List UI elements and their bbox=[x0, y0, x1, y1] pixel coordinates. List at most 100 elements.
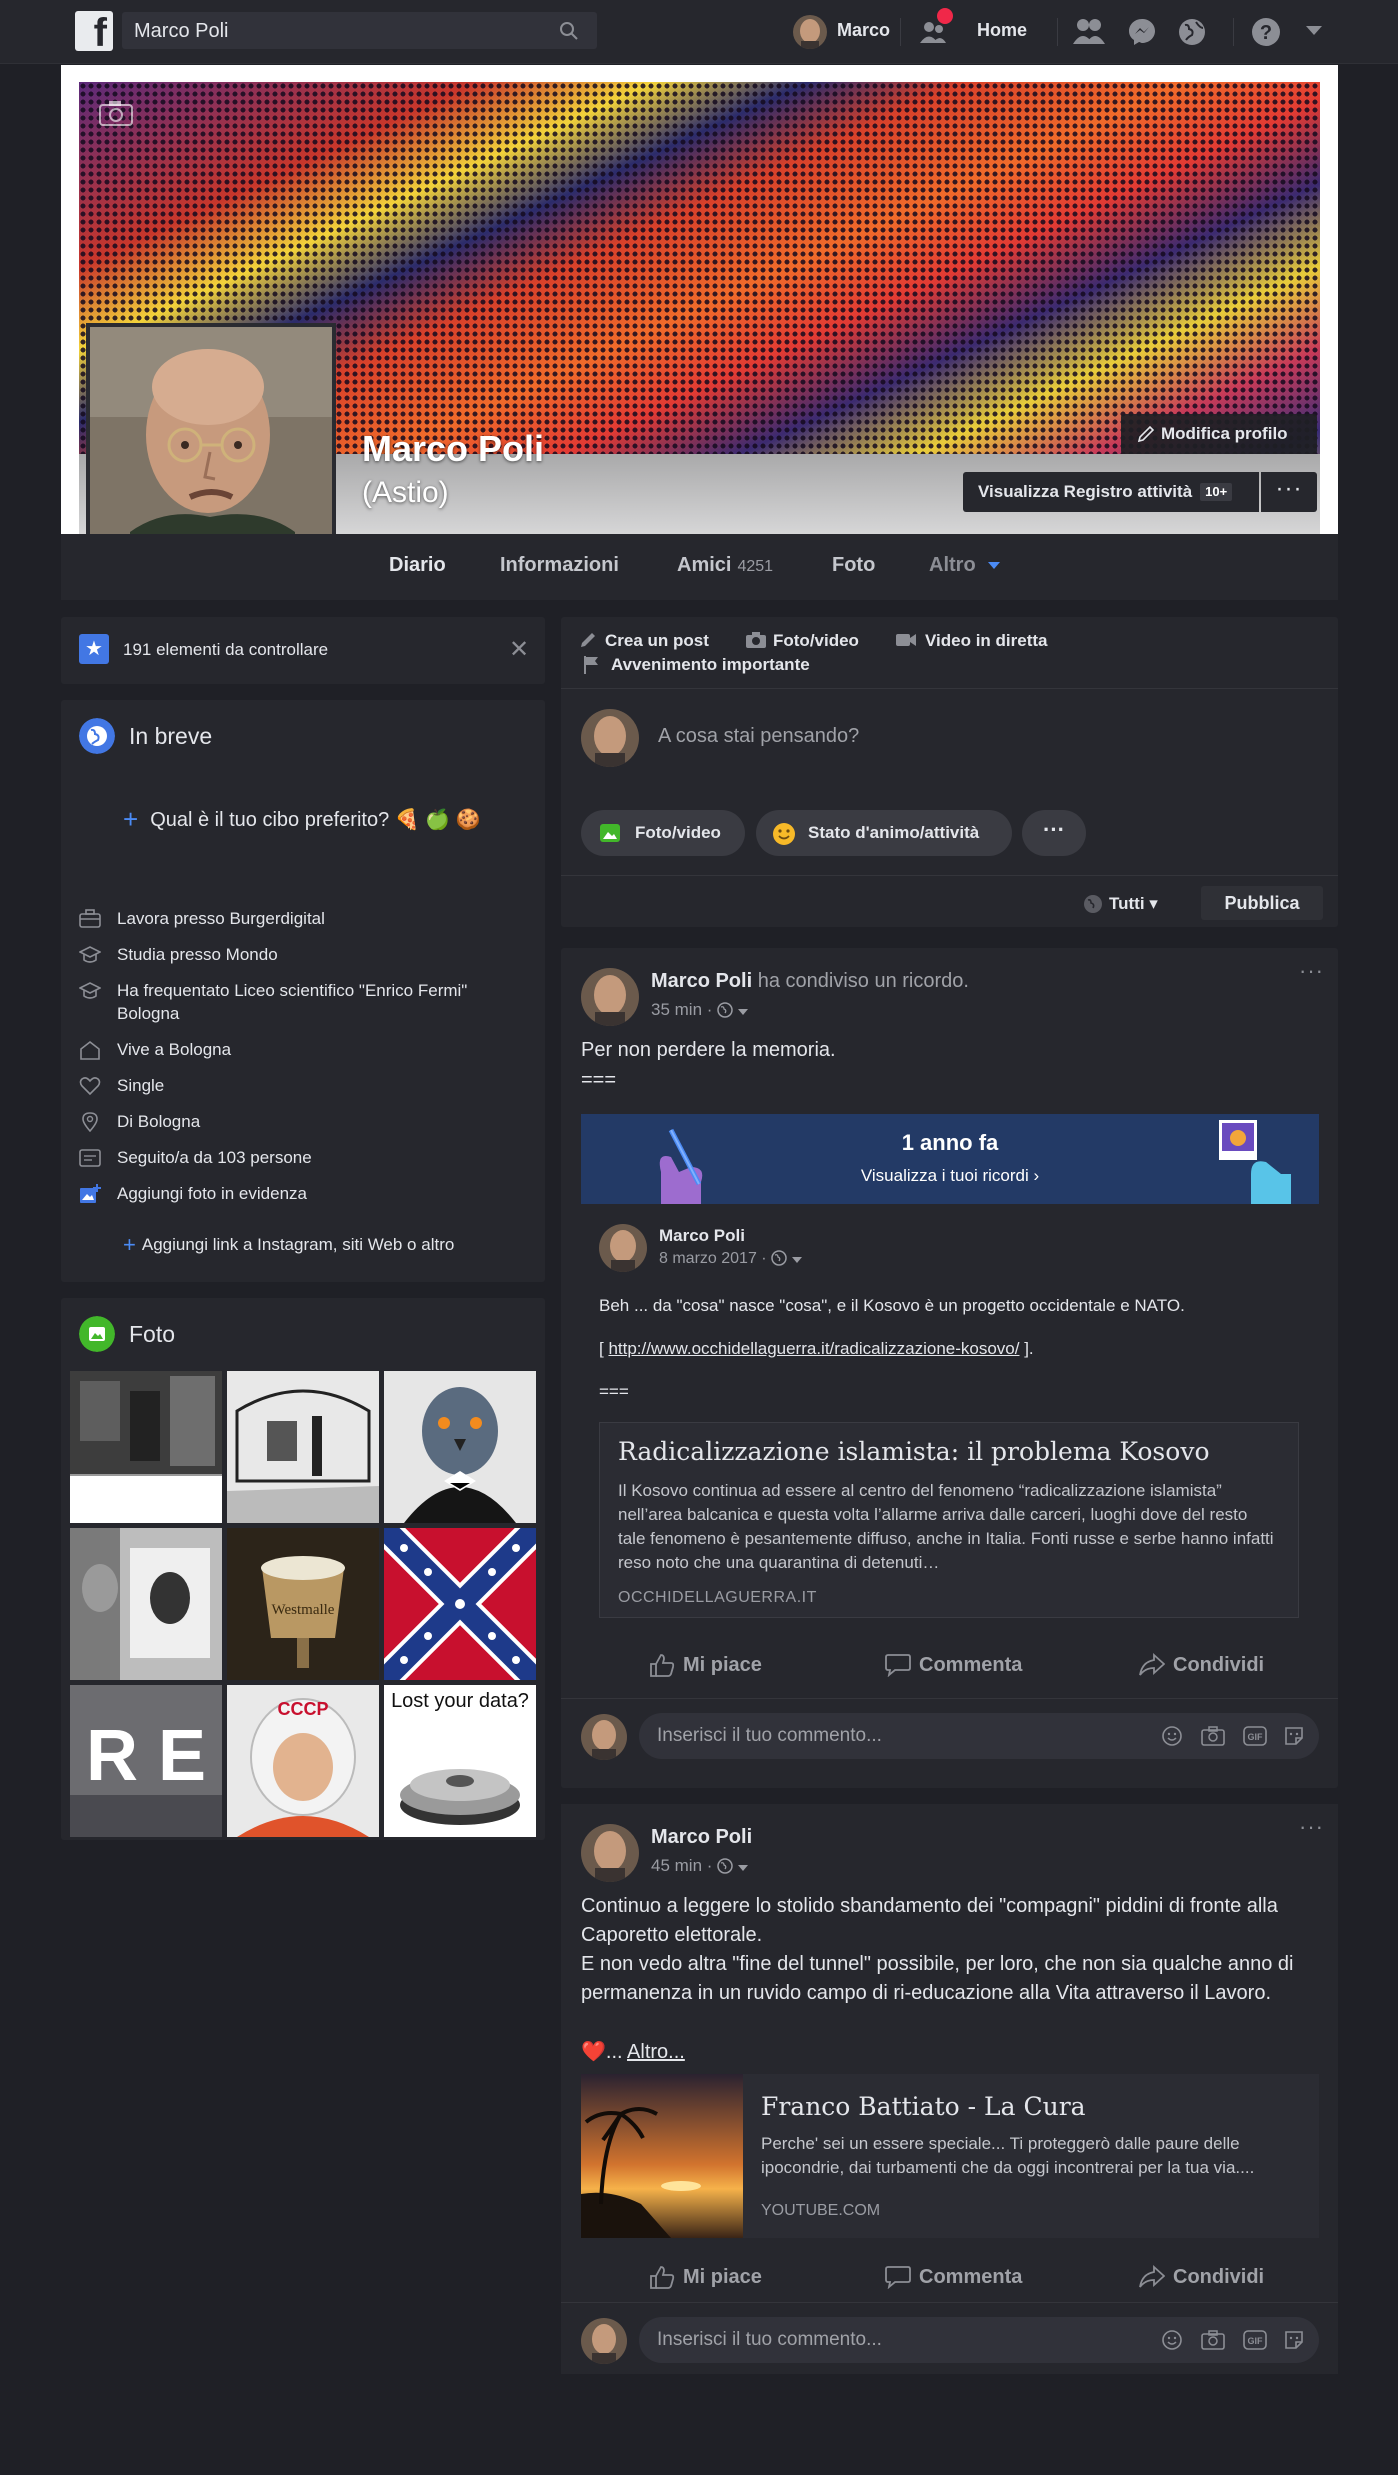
camera-icon[interactable] bbox=[1201, 1725, 1225, 1747]
search-bar[interactable]: Marco Poli bbox=[122, 12, 597, 49]
messenger-icon[interactable] bbox=[1126, 16, 1158, 48]
like-button[interactable]: Mi piace bbox=[650, 2266, 762, 2289]
globe-icon bbox=[1084, 895, 1102, 913]
search-icon[interactable] bbox=[559, 21, 579, 41]
chevron-down-icon[interactable] bbox=[737, 1008, 748, 1016]
photo-thumbnail[interactable] bbox=[227, 1371, 379, 1523]
profile-more-button[interactable]: ··· bbox=[1261, 472, 1317, 512]
favorite-food-prompt[interactable]: + Qual è il tuo cibo preferito? 🍕 🍏 🍪 bbox=[123, 804, 481, 835]
create-post-option[interactable]: Crea un post bbox=[605, 631, 709, 651]
notifications-globe-icon[interactable] bbox=[1176, 16, 1208, 48]
plus-icon: + bbox=[123, 1232, 136, 1257]
camera-icon[interactable] bbox=[99, 100, 133, 126]
gif-icon[interactable]: GIF bbox=[1243, 2329, 1267, 2351]
photo-thumbnail[interactable] bbox=[70, 1528, 222, 1680]
video-link-card[interactable]: Franco Battiato - La Cura Perche' sei un… bbox=[581, 2074, 1319, 2238]
comment-placeholder: Inserisci il tuo commento... bbox=[657, 1725, 882, 1746]
user-avatar[interactable] bbox=[793, 15, 827, 49]
audience-selector[interactable]: Tutti ▾ bbox=[1109, 894, 1158, 914]
post-timestamp[interactable]: 45 min · bbox=[651, 1856, 748, 1876]
close-icon[interactable]: ✕ bbox=[509, 635, 529, 664]
favorite-food-text: Qual è il tuo cibo preferito? 🍕 🍏 🍪 bbox=[150, 809, 481, 831]
comment-input[interactable]: Inserisci il tuo commento... GIF bbox=[639, 1713, 1319, 1759]
shared-post-author[interactable]: Marco Poli bbox=[659, 1226, 745, 1246]
post-author-avatar[interactable] bbox=[581, 968, 639, 1026]
edit-profile-button[interactable]: Modifica profilo bbox=[1121, 414, 1317, 454]
review-items-card[interactable]: ★ 191 elementi da controllare ✕ bbox=[61, 617, 545, 684]
sticker-icon[interactable] bbox=[1283, 2329, 1305, 2351]
memory-banner[interactable]: 1 anno fa Visualizza i tuoi ricordi › bbox=[581, 1114, 1319, 1204]
shared-post-avatar[interactable] bbox=[599, 1224, 647, 1272]
post-options-button[interactable]: ··· bbox=[1299, 958, 1324, 984]
feeling-activity-button[interactable]: Stato d'animo/attività bbox=[756, 810, 1012, 856]
comment-avatar bbox=[581, 2318, 627, 2364]
help-icon[interactable]: ? bbox=[1250, 16, 1282, 48]
life-event-option[interactable]: Avvenimento importante bbox=[611, 655, 810, 675]
live-video-option[interactable]: Video in diretta bbox=[925, 631, 1048, 651]
photo-thumbnail[interactable] bbox=[384, 1528, 536, 1680]
photo-thumbnail[interactable]: CCCP bbox=[227, 1685, 379, 1837]
comment-button[interactable]: Commenta bbox=[885, 1654, 1022, 1677]
post-composer: Crea un post Foto/video Video in diretta… bbox=[561, 617, 1338, 927]
like-button[interactable]: Mi piace bbox=[650, 1654, 762, 1677]
video-link-title[interactable]: Franco Battiato - La Cura bbox=[761, 2092, 1086, 2121]
see-more-link[interactable]: Altro... bbox=[627, 2041, 685, 2063]
emoji-icon[interactable] bbox=[1161, 2329, 1183, 2351]
photo-thumbnail[interactable]: Westmalle bbox=[227, 1528, 379, 1680]
user-name-link[interactable]: Marco bbox=[837, 20, 890, 41]
emoji-icon[interactable] bbox=[1161, 1725, 1183, 1747]
chevron-down-icon[interactable] bbox=[737, 1864, 748, 1872]
review-items-text[interactable]: 191 elementi da controllare bbox=[123, 640, 328, 660]
view-memories-link[interactable]: Visualizza i tuoi ricordi › bbox=[581, 1166, 1319, 1186]
post-author-name[interactable]: Marco Poli bbox=[651, 1826, 752, 1849]
comment-button[interactable]: Commenta bbox=[885, 2266, 1022, 2289]
friend-requests-icon[interactable] bbox=[1072, 16, 1106, 46]
comment-input[interactable]: Inserisci il tuo commento... GIF bbox=[639, 2317, 1319, 2363]
photo-video-button[interactable]: Foto/video bbox=[581, 810, 745, 856]
camera-icon[interactable] bbox=[1201, 2329, 1225, 2351]
post-timestamp[interactable]: 35 min · bbox=[651, 1000, 748, 1020]
video-thumbnail[interactable] bbox=[581, 2074, 743, 2238]
activity-log-button[interactable]: Visualizza Registro attività 10+ bbox=[963, 472, 1259, 512]
tab-amici[interactable]: Amici 4251 bbox=[677, 554, 773, 577]
link-preview-title[interactable]: Radicalizzazione islamista: il problema … bbox=[618, 1437, 1210, 1466]
photo-thumbnail[interactable]: Lost your data? bbox=[384, 1685, 536, 1837]
chevron-down-icon[interactable] bbox=[791, 1256, 802, 1264]
tab-foto[interactable]: Foto bbox=[832, 554, 875, 577]
memory-title: 1 anno fa bbox=[901, 1130, 999, 1155]
profile-name[interactable]: Marco Poli bbox=[362, 428, 544, 470]
photo-tile-text: R E bbox=[86, 1716, 206, 1796]
photo-video-option[interactable]: Foto/video bbox=[773, 631, 859, 651]
facebook-logo[interactable]: f bbox=[75, 11, 113, 51]
search-input[interactable]: Marco Poli bbox=[134, 20, 228, 43]
shared-post-timestamp[interactable]: 8 marzo 2017 · bbox=[659, 1250, 802, 1268]
tab-informazioni[interactable]: Informazioni bbox=[500, 554, 619, 577]
post-text: === bbox=[581, 1069, 617, 1091]
photo-thumbnail[interactable]: R E bbox=[70, 1685, 222, 1837]
sticker-icon[interactable] bbox=[1283, 1725, 1305, 1747]
tab-altro[interactable]: Altro bbox=[929, 554, 976, 577]
post-options-button[interactable]: ··· bbox=[1299, 1814, 1324, 1840]
more-options-button[interactable]: ··· bbox=[1022, 810, 1086, 856]
post-author-avatar[interactable] bbox=[581, 1824, 639, 1882]
audience-label: Tutti bbox=[1109, 894, 1145, 913]
gif-icon[interactable]: GIF bbox=[1243, 1725, 1267, 1747]
link-preview-card[interactable]: Radicalizzazione islamista: il problema … bbox=[599, 1422, 1299, 1618]
chevron-down-icon[interactable] bbox=[1306, 26, 1322, 36]
publish-button[interactable]: Pubblica bbox=[1201, 886, 1323, 920]
photo-thumbnail[interactable] bbox=[70, 1371, 222, 1523]
add-links-prompt[interactable]: + Aggiungi link a Instagram, siti Web o a… bbox=[123, 1232, 454, 1258]
share-button[interactable]: Condividi bbox=[1139, 2265, 1264, 2289]
share-button[interactable]: Condividi bbox=[1139, 1653, 1264, 1677]
shared-post-url[interactable]: http://www.occhidellaguerra.it/radicaliz… bbox=[608, 1339, 1019, 1358]
tab-diario[interactable]: Diario bbox=[389, 554, 446, 577]
post-time-text: 45 min · bbox=[651, 1856, 713, 1875]
home-link[interactable]: Home bbox=[977, 20, 1027, 41]
info-school-text: Ha frequentato Liceo scientifico "Enrico… bbox=[117, 981, 468, 1023]
add-featured-photos[interactable]: Aggiungi foto in evidenza bbox=[79, 1182, 529, 1205]
post-author-name[interactable]: Marco Poli bbox=[651, 970, 752, 992]
video-link-description: Perche' sei un essere speciale... Ti pro… bbox=[761, 2134, 1255, 2177]
composer-input[interactable]: A cosa stai pensando? bbox=[658, 725, 859, 748]
post-author[interactable]: Marco Poli ha condiviso un ricordo. bbox=[651, 970, 969, 993]
photo-thumbnail[interactable] bbox=[384, 1371, 536, 1523]
